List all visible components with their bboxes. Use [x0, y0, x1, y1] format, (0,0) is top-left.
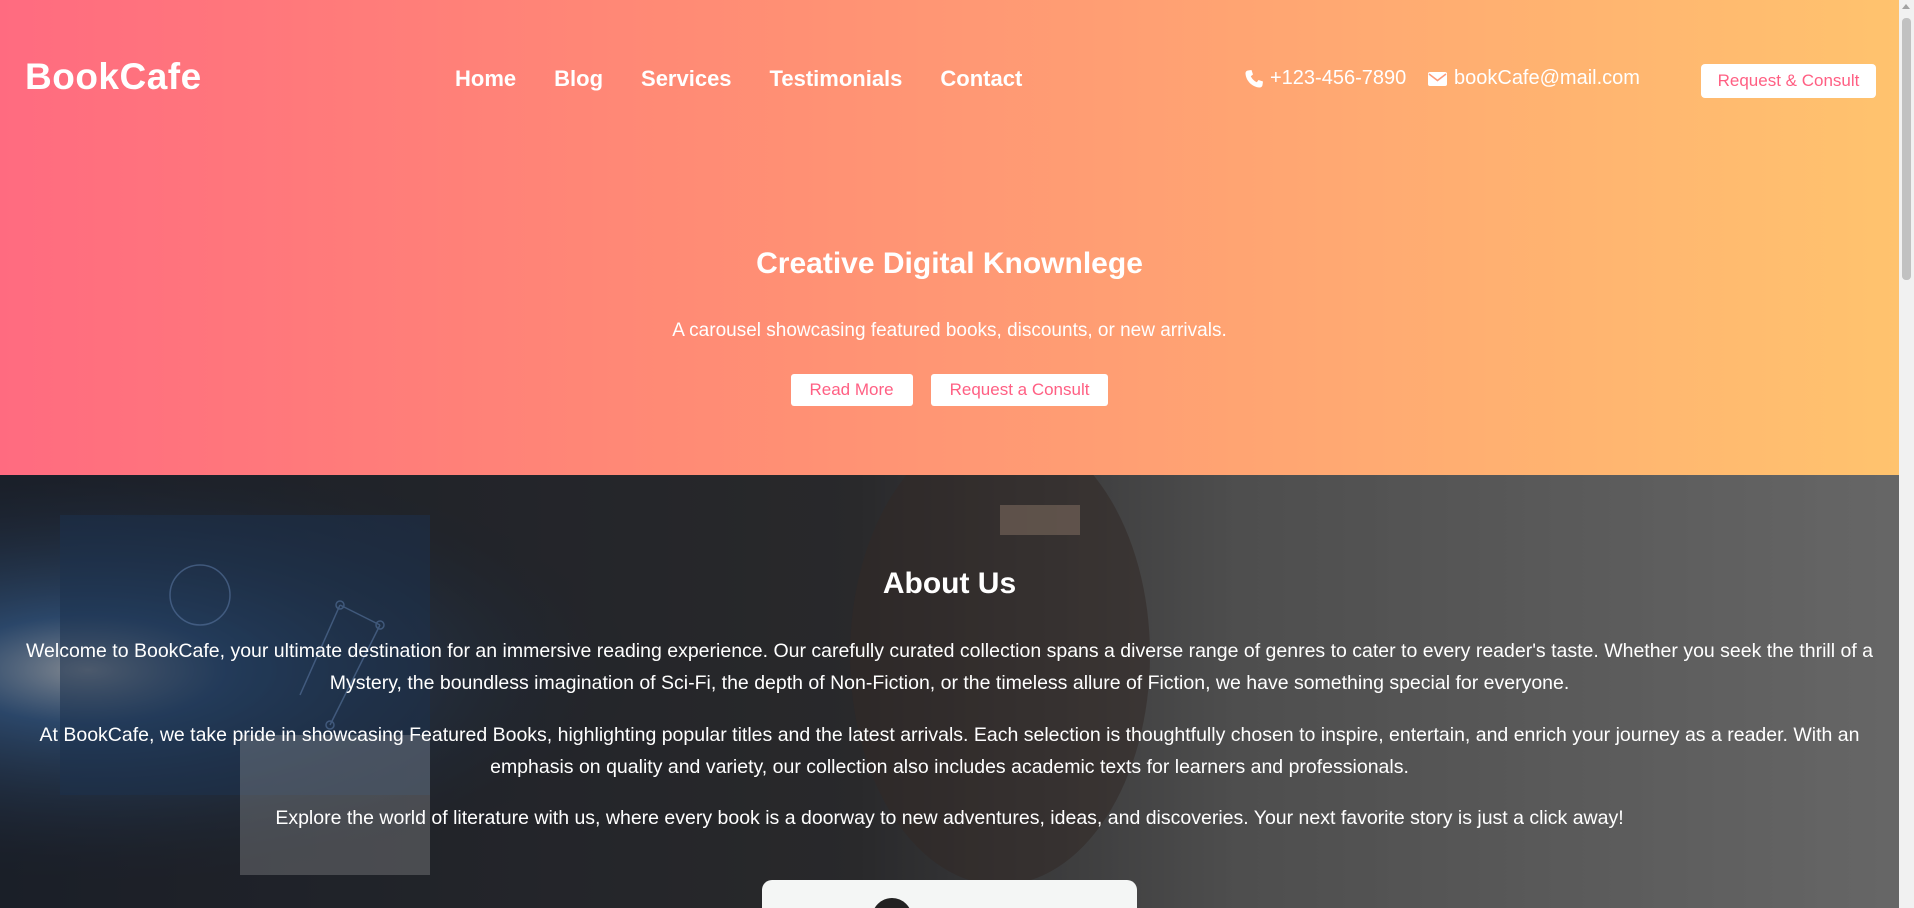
about-section: About Us Welcome to BookCafe, your ultim…: [0, 475, 1899, 908]
main-nav: Home Blog Services Testimonials Contact: [455, 66, 1060, 92]
read-more-button[interactable]: Read More: [790, 374, 913, 406]
request-consult-button[interactable]: Request & Consult: [1701, 64, 1876, 98]
hero-subtitle: A carousel showcasing featured books, di…: [672, 320, 1227, 341]
about-title: About Us: [882, 567, 1017, 600]
scroll-up-arrow-icon[interactable]: [1902, 4, 1910, 9]
nav-item-services[interactable]: Services: [641, 66, 732, 92]
hero-section: BookCafe Home Blog Services Testimonials…: [0, 0, 1899, 475]
phone-icon: [1245, 69, 1263, 88]
envelope-icon: [1428, 71, 1447, 86]
hero-title: Creative Digital Knownlege: [756, 247, 1143, 280]
hero-buttons: Read More Request a Consult: [0, 374, 1899, 406]
nav-item-home[interactable]: Home: [455, 66, 516, 92]
nav-item-contact[interactable]: Contact: [940, 66, 1022, 92]
phone-number: +123-456-7890: [1270, 67, 1407, 89]
email-address: bookCafe@mail.com: [1454, 67, 1640, 89]
email-contact[interactable]: bookCafe@mail.com: [1427, 67, 1640, 90]
scroll-thumb[interactable]: [1902, 18, 1911, 280]
about-paragraph-1: Welcome to BookCafe, your ultimate desti…: [25, 640, 1874, 694]
page-scrollbar[interactable]: [1899, 0, 1914, 908]
about-image-card: [762, 880, 1137, 908]
request-a-consult-button[interactable]: Request a Consult: [930, 374, 1109, 406]
contact-info: +123-456-7890 bookCafe@mail.com Request …: [1199, 64, 1899, 98]
phone-contact[interactable]: +123-456-7890: [1244, 67, 1406, 90]
page: BookCafe Home Blog Services Testimonials…: [0, 0, 1899, 908]
about-paragraph-2: At BookCafe, we take pride in showcasing…: [39, 724, 1860, 778]
nav-item-blog[interactable]: Blog: [554, 66, 603, 92]
about-paragraph-3: Explore the world of literature with us,…: [275, 807, 1624, 829]
brand-logo[interactable]: BookCafe: [25, 56, 202, 98]
nav-item-testimonials[interactable]: Testimonials: [770, 66, 903, 92]
card-photo: [872, 898, 912, 908]
